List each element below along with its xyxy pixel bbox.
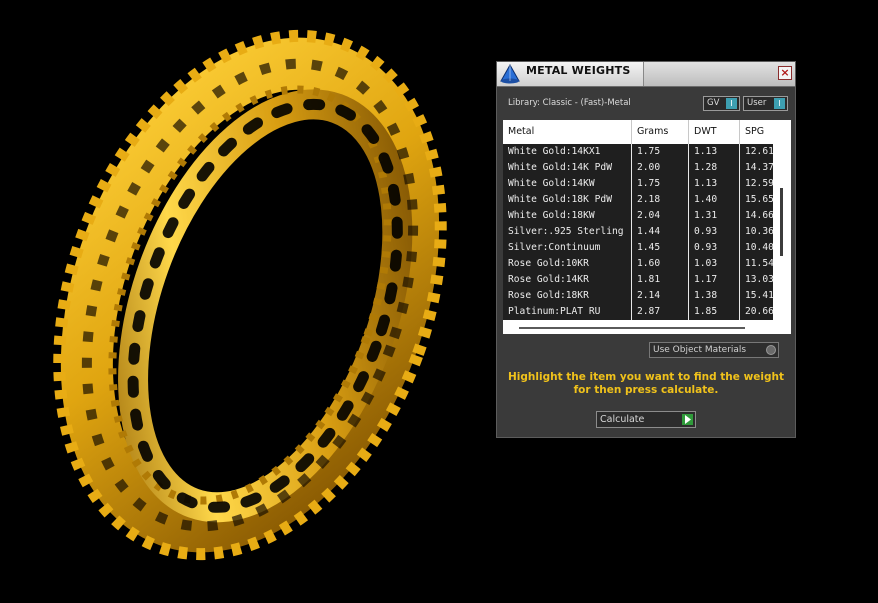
gv-toggle-knob: I (726, 98, 737, 109)
spg-cell: 12.59 (745, 178, 773, 189)
spg-cell: 20.66 (745, 306, 773, 317)
metal-cell: Silver:.925 Sterling (503, 224, 632, 240)
use-object-materials-label: Use Object Materials (653, 345, 747, 355)
instruction-line-2: for then press calculate. (573, 384, 719, 396)
table-row[interactable]: Rose Gold:18KR 2.14 1.38 15.41 (503, 288, 773, 304)
library-label: Library: Classic - (Fast)-Metal (508, 98, 631, 108)
title-tab[interactable]: METAL WEIGHTS (497, 62, 644, 86)
table-row[interactable]: Silver:.925 Sterling 1.44 0.93 10.36 (503, 224, 773, 240)
gv-toggle[interactable]: GV I (703, 96, 740, 111)
spg-cell: 15.41 (745, 290, 773, 301)
table-row[interactable]: White Gold:18KW 2.04 1.31 14.66 (503, 208, 773, 224)
spg-cell: 10.36 (745, 226, 773, 237)
dwt-cell: 1.31 (689, 208, 740, 224)
spg-cell: 10.40 (745, 242, 773, 253)
spg-cell: 13.03 (745, 274, 773, 285)
play-arrow-icon (682, 414, 693, 425)
spg-cell: 11.54 (745, 258, 773, 269)
grams-cell: 2.18 (632, 192, 689, 208)
instruction-line-1: Highlight the item you want to find the … (508, 371, 784, 383)
radio-dot-icon[interactable] (766, 345, 776, 355)
gv-toggle-label: GV (707, 98, 720, 108)
grams-cell: 2.04 (632, 208, 689, 224)
grams-cell: 1.45 (632, 240, 689, 256)
column-header-metal[interactable]: Metal (503, 120, 632, 144)
user-toggle-label: User (747, 98, 767, 108)
cone-app-icon (499, 63, 521, 84)
metal-cell: Platinum:PLAT RU (503, 304, 632, 320)
dwt-cell: 1.40 (689, 192, 740, 208)
grams-cell: 2.14 (632, 288, 689, 304)
dwt-cell: 0.93 (689, 240, 740, 256)
table-row[interactable]: White Gold:14K PdW 2.00 1.28 14.37 (503, 160, 773, 176)
dwt-cell: 1.03 (689, 256, 740, 272)
dwt-cell: 1.17 (689, 272, 740, 288)
panel-title: METAL WEIGHTS (526, 64, 631, 77)
dwt-cell: 1.13 (689, 176, 740, 192)
table-row[interactable]: Rose Gold:10KR 1.60 1.03 11.54 (503, 256, 773, 272)
grams-cell: 2.00 (632, 160, 689, 176)
user-toggle-knob: I (774, 98, 785, 109)
dwt-cell: 1.28 (689, 160, 740, 176)
metal-cell: White Gold:18K PdW (503, 192, 632, 208)
table-header: Metal Grams DWT SPG (503, 120, 773, 144)
metal-cell: White Gold:14K PdW (503, 160, 632, 176)
metal-weights-panel: METAL WEIGHTS × Library: Classic - (Fast… (496, 61, 796, 438)
dwt-cell: 0.93 (689, 224, 740, 240)
spg-cell: 14.37 (745, 162, 773, 173)
metal-cell: Silver:Continuum (503, 240, 632, 256)
metal-table[interactable]: Metal Grams DWT SPG White Gold:14KX1 1.7… (503, 120, 791, 334)
dwt-cell: 1.13 (689, 144, 740, 160)
spg-cell: 15.65 (745, 194, 773, 205)
dwt-cell: 1.38 (689, 288, 740, 304)
grams-cell: 1.81 (632, 272, 689, 288)
horizontal-scrollbar[interactable] (519, 327, 745, 329)
panel-titlebar[interactable]: METAL WEIGHTS × (497, 62, 795, 87)
use-object-materials-option[interactable]: Use Object Materials (649, 342, 779, 358)
table-row[interactable]: White Gold:14KX1 1.75 1.13 12.61 (503, 144, 773, 160)
dwt-cell: 1.85 (689, 304, 740, 320)
calculate-button[interactable]: Calculate (596, 411, 696, 428)
calculate-label: Calculate (600, 414, 645, 425)
metal-cell: White Gold:14KW (503, 176, 632, 192)
grams-cell: 1.44 (632, 224, 689, 240)
column-header-grams[interactable]: Grams (632, 120, 689, 144)
spg-cell: 14.66 (745, 210, 773, 221)
spg-cell: 12.61 (745, 146, 773, 157)
table-row[interactable]: Rose Gold:14KR 1.81 1.17 13.03 (503, 272, 773, 288)
close-icon[interactable]: × (778, 66, 792, 80)
grams-cell: 1.60 (632, 256, 689, 272)
metal-cell: Rose Gold:14KR (503, 272, 632, 288)
table-row[interactable]: White Gold:14KW 1.75 1.13 12.59 (503, 176, 773, 192)
table-row[interactable]: Platinum:PLAT RU 2.87 1.85 20.66 (503, 304, 773, 320)
grams-cell: 1.75 (632, 144, 689, 160)
column-header-spg[interactable]: SPG (740, 120, 773, 144)
table-row[interactable]: Silver:Continuum 1.45 0.93 10.40 (503, 240, 773, 256)
grams-cell: 1.75 (632, 176, 689, 192)
grams-cell: 2.87 (632, 304, 689, 320)
column-header-dwt[interactable]: DWT (689, 120, 740, 144)
metal-cell: Rose Gold:18KR (503, 288, 632, 304)
metal-cell: Rose Gold:10KR (503, 256, 632, 272)
user-toggle[interactable]: User I (743, 96, 788, 111)
metal-cell: White Gold:18KW (503, 208, 632, 224)
table-row[interactable]: White Gold:18K PdW 2.18 1.40 15.65 (503, 192, 773, 208)
metal-cell: White Gold:14KX1 (503, 144, 632, 160)
vertical-scrollbar[interactable] (780, 188, 783, 256)
